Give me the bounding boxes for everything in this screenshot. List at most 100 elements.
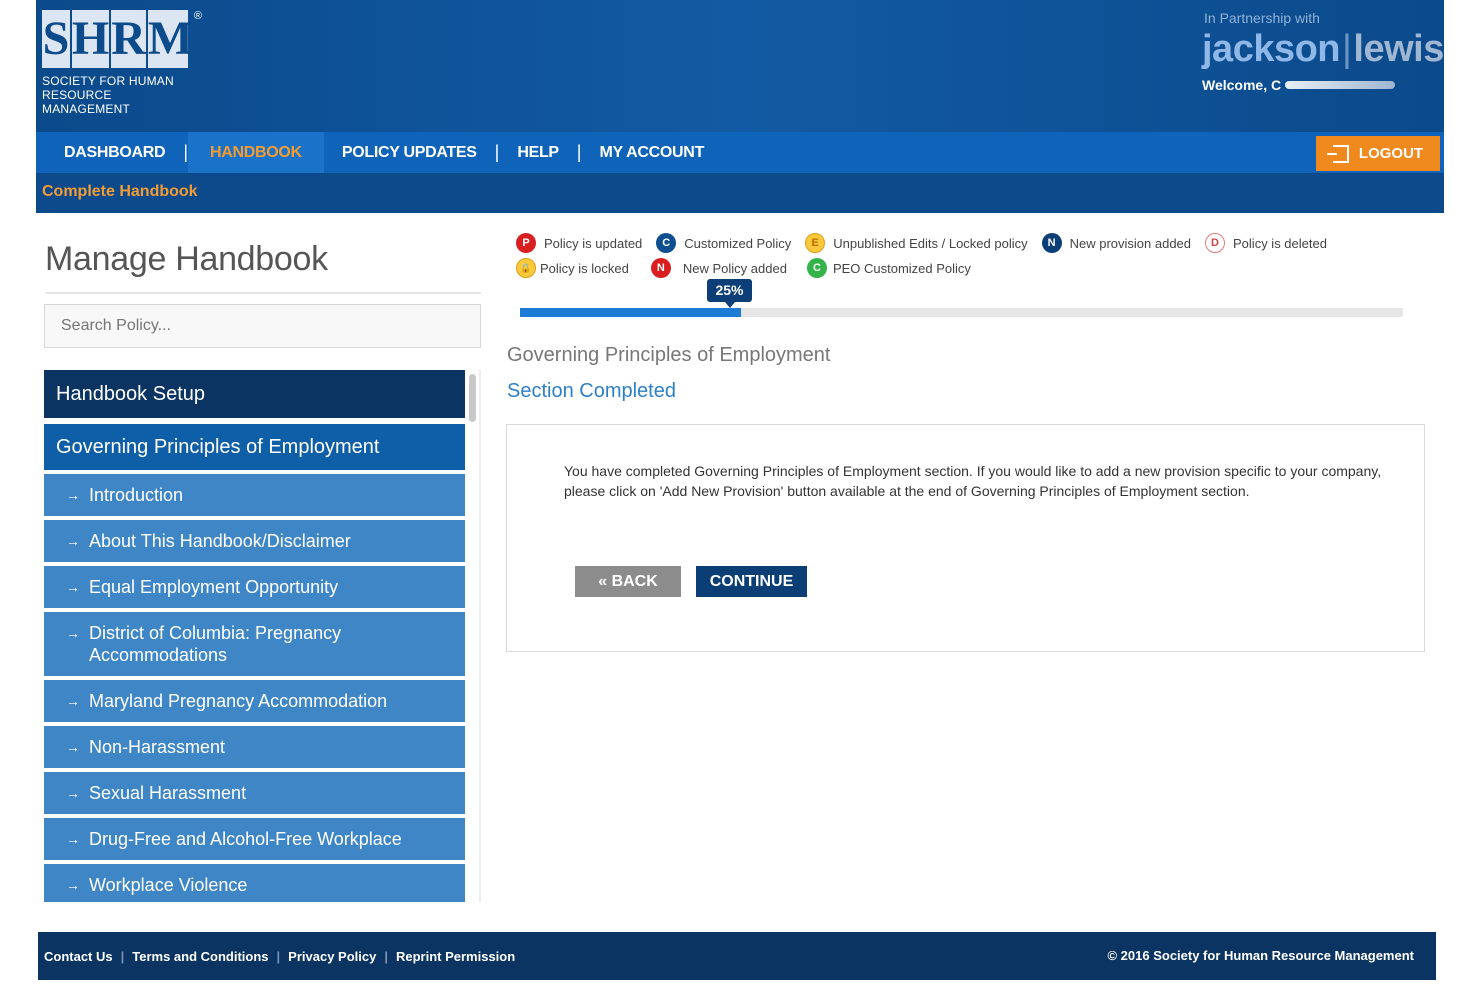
sidebar-item-label: Equal Employment Opportunity: [89, 577, 339, 597]
legend-new-provision: N New provision added: [1041, 233, 1192, 253]
registered-mark: ®: [193, 10, 202, 22]
legend-label: Customized Policy: [684, 235, 792, 251]
footer-link-privacy[interactable]: Privacy Policy: [288, 949, 376, 964]
progress-percent-badge: 25%: [707, 279, 752, 308]
partner-label: In Partnership with: [1204, 10, 1320, 26]
section-complete-panel: You have completed Governing Principles …: [506, 424, 1425, 652]
main-nav: DASHBOARD | HANDBOOK POLICY UPDATES | HE…: [36, 132, 1444, 173]
arrow-right-icon: →: [66, 693, 80, 709]
arrow-right-icon: →: [66, 579, 80, 595]
nav-my-account[interactable]: MY ACCOUNT: [581, 132, 722, 173]
legend-row-2: 🔒 Policy is locked N New Policy added C PEO…: [516, 257, 1396, 279]
sidebar-scroll-track: [479, 370, 481, 902]
nav-handbook[interactable]: HANDBOOK: [188, 132, 324, 173]
peo-customized-icon: C: [806, 258, 827, 278]
sidebar-item-dc-pregnancy[interactable]: → District of Columbia: Pregnancy Accommo…: [44, 612, 465, 676]
site-header: S H R M ® SOCIETY FOR HUMAN RESOURCE MAN…: [36, 0, 1444, 213]
logo-letter-h: H: [71, 10, 110, 68]
arrow-right-icon: →: [66, 785, 80, 801]
progress-bar: [520, 308, 1403, 317]
partner-block: In Partnership with jackson|lewis Welcom…: [1202, 10, 1444, 93]
subnav-complete-handbook[interactable]: Complete Handbook: [42, 183, 198, 201]
sidebar-item-label: Workplace Violence: [89, 875, 248, 895]
page-title: Manage Handbook: [45, 240, 328, 278]
shrm-logo[interactable]: S H R M ® SOCIETY FOR HUMAN RESOURCE MAN…: [42, 10, 202, 116]
lock-icon: 🔒: [516, 258, 536, 278]
legend-new-policy: N New Policy added: [650, 258, 787, 278]
partner-logo: jackson|lewis: [1202, 28, 1444, 71]
sidebar-section-governing-principles[interactable]: Governing Principles of Employment: [44, 424, 465, 470]
sidebar-item-workplace-violence[interactable]: → Workplace Violence: [44, 864, 465, 902]
sidebar-item-label: About This Handbook/Disclaimer: [89, 531, 351, 551]
footer-separator: |: [384, 948, 388, 964]
arrow-right-icon: →: [66, 739, 80, 755]
policy-updated-icon: P: [516, 233, 536, 253]
sidebar-item-introduction[interactable]: → Introduction: [44, 474, 465, 516]
completion-message: You have completed Governing Principles …: [564, 463, 1382, 499]
header-banner: S H R M ® SOCIETY FOR HUMAN RESOURCE MAN…: [36, 0, 1444, 132]
legend-label: New Policy added: [682, 260, 787, 276]
title-divider: [45, 292, 481, 294]
sidebar-item-label: Sexual Harassment: [89, 783, 247, 803]
welcome-text: Welcome, C: [1202, 77, 1282, 93]
logo-letter-s: S: [42, 10, 70, 68]
section-title: Governing Principles of Employment: [507, 344, 831, 366]
legend-label: Policy is locked: [540, 260, 629, 276]
sidebar-handbook-setup[interactable]: Handbook Setup: [44, 370, 465, 418]
redacted-username: [1285, 81, 1396, 89]
sidebar-item-non-harassment[interactable]: → Non-Harassment: [44, 726, 465, 768]
logo-letter-m: M: [147, 10, 193, 68]
arrow-right-icon: →: [66, 487, 80, 503]
sidebar-scrollbar[interactable]: [469, 374, 476, 422]
logo-subtitle-line1: SOCIETY FOR HUMAN: [42, 74, 174, 88]
partner-brand-jackson: jackson: [1202, 28, 1341, 70]
sidebar-item-eeo[interactable]: → Equal Employment Opportunity: [44, 566, 465, 608]
arrow-right-icon: →: [66, 831, 80, 847]
arrow-right-icon: →: [66, 625, 80, 641]
legend-label: Unpublished Edits / Locked policy: [833, 235, 1028, 251]
unpublished-edits-icon: E: [805, 233, 826, 253]
sidebar-item-label: Non-Harassment: [89, 737, 226, 757]
footer-separator: |: [276, 948, 281, 964]
policy-deleted-icon: D: [1205, 233, 1226, 253]
section-status: Section Completed: [507, 380, 676, 402]
logout-button[interactable]: LOGOUT: [1316, 136, 1440, 171]
arrow-right-icon: →: [66, 533, 80, 549]
logout-icon: [1326, 144, 1349, 163]
footer-link-terms[interactable]: Terms and Conditions: [132, 949, 268, 964]
search-policy-input[interactable]: [44, 304, 481, 348]
sidebar-item-label: Introduction: [89, 485, 184, 505]
footer-separator: |: [120, 948, 125, 964]
logo-subtitle-line2: RESOURCE MANAGEMENT: [42, 88, 131, 116]
legend-label: New provision added: [1069, 235, 1192, 251]
new-policy-icon: N: [650, 258, 671, 278]
legend-peo-customized: C PEO Customized Policy: [806, 258, 971, 278]
welcome-message: Welcome, C: [1202, 77, 1438, 93]
nav-dashboard[interactable]: DASHBOARD: [36, 132, 183, 173]
legend-row-1: P Policy is updated C Customized Policy EU…: [516, 232, 1396, 254]
sidebar-item-disclaimer[interactable]: → About This Handbook/Disclaimer: [44, 520, 465, 562]
copyright-text: © 2016 Society for Human Resource Manage…: [1107, 948, 1414, 963]
logo-letter-r: R: [111, 10, 146, 68]
policy-legend: P Policy is updated C Customized Policy EU…: [516, 232, 1396, 282]
sidebar-item-label: Drug-Free and Alcohol-Free Workplace: [89, 829, 402, 849]
customized-policy-icon: C: [656, 233, 677, 253]
legend-customized-policy: C Customized Policy: [656, 233, 791, 253]
sidebar-item-maryland-pregnancy[interactable]: → Maryland Pregnancy Accommodation: [44, 680, 465, 722]
nav-policy-updates[interactable]: POLICY UPDATES: [324, 132, 495, 173]
partner-brand-separator: |: [1342, 28, 1352, 70]
sidebar-item-sexual-harassment[interactable]: → Sexual Harassment: [44, 772, 465, 814]
arrow-right-icon: →: [66, 877, 80, 893]
back-button[interactable]: « BACK: [575, 566, 681, 597]
legend-unpublished-edits: E Unpublished Edits / Locked policy: [805, 233, 1028, 253]
footer-link-contact[interactable]: Contact Us: [44, 949, 113, 964]
partner-brand-lewis: lewis: [1353, 28, 1444, 70]
logo-letters: S H R M ®: [42, 10, 202, 68]
sidebar-item-label: District of Columbia: Pregnancy Accommod…: [89, 623, 342, 665]
footer-link-reprint[interactable]: Reprint Permission: [396, 949, 515, 964]
continue-button[interactable]: CONTINUE: [696, 566, 807, 597]
nav-help[interactable]: HELP: [499, 132, 576, 173]
progress-bar-fill: [520, 308, 741, 317]
new-provision-icon: N: [1041, 233, 1062, 253]
sidebar-item-drug-free[interactable]: → Drug-Free and Alcohol-Free Workplace: [44, 818, 465, 860]
